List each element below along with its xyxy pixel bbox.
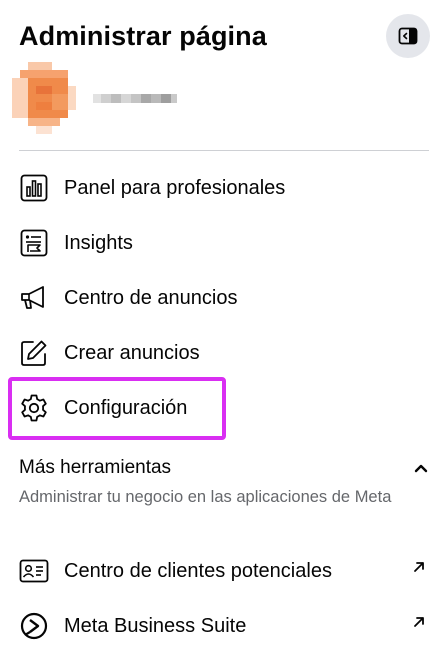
section-title: Más herramientas <box>19 457 172 478</box>
pencil-icon <box>19 338 49 368</box>
divider <box>19 150 429 151</box>
page-profile[interactable] <box>12 62 177 134</box>
insights-icon <box>19 228 49 258</box>
external-link-arrow-icon <box>414 562 424 572</box>
contact-card-icon <box>19 556 49 586</box>
nav-item-label: Insights <box>64 231 133 254</box>
nav-item-ads-center[interactable]: Centro de anuncios <box>19 278 429 318</box>
header: Administrar página <box>19 14 430 58</box>
nav-item-meta-business-suite[interactable]: Meta Business Suite <box>19 606 429 646</box>
bar-chart-icon <box>19 173 49 203</box>
nav-item-label: Centro de clientes potenciales <box>64 559 332 582</box>
more-tools-header[interactable]: Más herramientas <box>19 457 429 479</box>
nav-item-professional-dashboard[interactable]: Panel para profesionales <box>19 168 429 208</box>
section-subtitle: Administrar tu negocio en las aplicacion… <box>19 488 392 506</box>
sidebar-toggle-icon <box>398 27 418 45</box>
external-link-arrow-icon <box>414 617 424 627</box>
page-title: Administrar página <box>19 20 267 51</box>
nav-item-label: Centro de anuncios <box>64 286 238 309</box>
nav-item-create-ads[interactable]: Crear anuncios <box>19 333 429 373</box>
megaphone-icon <box>19 283 49 313</box>
nav-item-insights[interactable]: Insights <box>19 223 429 263</box>
nav-item-label: Meta Business Suite <box>64 614 247 637</box>
chevron-up-icon[interactable] <box>413 462 429 474</box>
nav-item-label: Crear anuncios <box>64 341 200 364</box>
avatar[interactable] <box>12 62 76 134</box>
collapse-panel-button[interactable] <box>386 14 430 58</box>
meta-business-suite-icon <box>19 611 49 641</box>
page-name-redacted <box>93 93 177 103</box>
nav-item-label: Panel para profesionales <box>64 176 286 199</box>
highlight-annotation <box>8 377 226 440</box>
nav-item-lead-center[interactable]: Centro de clientes potenciales <box>19 551 429 591</box>
